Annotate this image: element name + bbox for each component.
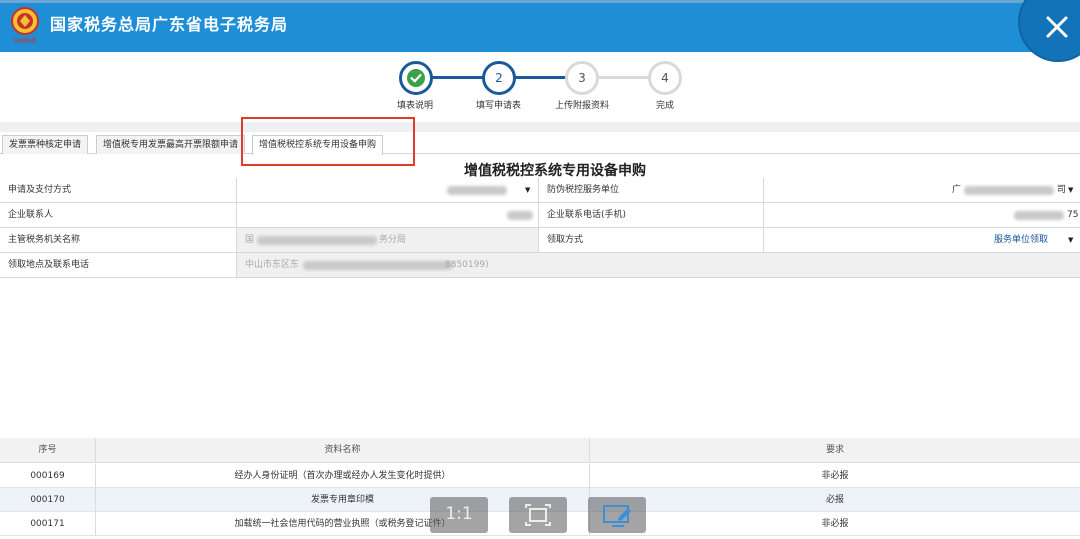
tax-org-value-start: 国 [245, 235, 255, 245]
redacted-value [507, 211, 533, 220]
row-doc-name: 经办人身份证明（首次办理或经办人发生变化时提供） [234, 471, 451, 481]
step-4-label: 完成 [656, 101, 675, 111]
tab-bar: 发票票种核定申请 增值税专用发票最高开票限额申请 增值税税控系统专用设备申购 [0, 132, 1080, 155]
actual-size-label: 1:1 [445, 504, 473, 524]
receive-method-value: 服务单位领取 [994, 235, 1049, 245]
fit-screen-button[interactable] [509, 497, 567, 533]
close-icon [1046, 16, 1068, 38]
step-1-label: 填表说明 [397, 101, 434, 111]
screen-edit-button[interactable] [588, 497, 646, 533]
receive-method-select[interactable]: 服务单位领取 ▼ [763, 228, 1080, 252]
anti-fake-service-select[interactable]: 广 司 ▼ [763, 178, 1080, 202]
chevron-down-icon: ▼ [1068, 186, 1074, 194]
form-row-apply-pay: 申请及支付方式 ▼ 防伪税控服务单位 广 司 ▼ [0, 178, 1080, 203]
screen-edit-icon [603, 505, 631, 527]
step-connector-1 [432, 76, 484, 79]
row-requirement: 必报 [825, 495, 844, 505]
row-requirement: 非必报 [821, 519, 849, 529]
redacted-value [1014, 211, 1064, 220]
redacted-value [303, 261, 453, 270]
chevron-down-icon: ▼ [525, 186, 531, 194]
form-row-pickup: 领取地点及联系电话 中山市东区东 8850199) [0, 253, 1080, 278]
row-seq: 000169 [30, 471, 65, 481]
step-connector-3 [598, 76, 650, 79]
app-window: 中国税务 国家税务总局广东省电子税务局 2 3 4 填表说明 填写申请表 上传附… [0, 0, 1080, 539]
pickup-label: 领取地点及联系电话 [0, 253, 236, 277]
step-1-circle [399, 61, 433, 95]
step-3-circle: 3 [565, 61, 599, 95]
phone-label: 企业联系电话(手机) [538, 203, 763, 227]
tax-org-label: 主管税务机关名称 [0, 228, 236, 252]
anti-fake-service-label: 防伪税控服务单位 [538, 178, 763, 202]
step-connector-2 [514, 76, 566, 79]
tax-org-value-end: 务分局 [379, 235, 407, 245]
column-header-seq: 序号 [38, 445, 57, 455]
apply-pay-select[interactable]: ▼ [236, 178, 538, 202]
tax-org-field: 国 务分局 [236, 228, 538, 252]
tab-invoice-type-approval[interactable]: 发票票种核定申请 [2, 135, 89, 154]
form-row-tax-org: 主管税务机关名称 国 务分局 领取方式 服务单位领取 ▼ [0, 228, 1080, 253]
step-3-label: 上传附报资料 [555, 101, 610, 111]
redacted-value [257, 236, 377, 245]
chevron-down-icon: ▼ [1068, 236, 1074, 244]
table-row[interactable]: 000169 经办人身份证明（首次办理或经办人发生变化时提供） 非必报 [0, 464, 1080, 488]
app-title: 国家税务总局广东省电子税务局 [50, 15, 289, 34]
progress-stepper: 2 3 4 填表说明 填写申请表 上传附报资料 完成 [0, 52, 1080, 122]
emblem-text: 中国税务 [13, 37, 37, 45]
table-header: 序号 资料名称 要求 [0, 438, 1080, 463]
row-seq: 000171 [30, 519, 65, 529]
anti-fake-service-value-end: 司 [1057, 185, 1067, 195]
redacted-value [964, 186, 1054, 195]
header-bar: 中国税务 国家税务总局广东省电子税务局 [0, 0, 1080, 62]
form-row-contact: 企业联系人 企业联系电话(手机) 75 [0, 203, 1080, 228]
header-top-strip [0, 0, 1080, 3]
section-divider [0, 122, 1080, 132]
pickup-value-start: 中山市东区东 [245, 260, 300, 270]
phone-input[interactable]: 75 [763, 203, 1080, 227]
pickup-field: 中山市东区东 8850199) [236, 253, 1080, 277]
receive-method-label: 领取方式 [538, 228, 763, 252]
actual-size-button[interactable]: 1:1 [430, 497, 488, 533]
checkmark-icon [407, 69, 425, 87]
row-seq: 000170 [30, 495, 65, 505]
apply-pay-label: 申请及支付方式 [0, 178, 236, 202]
step-2-label: 填写申请表 [476, 101, 522, 111]
form-title: 增值税税控系统专用设备申购 [464, 163, 646, 179]
redacted-value [447, 186, 507, 195]
row-requirement: 非必报 [821, 471, 849, 481]
contact-label: 企业联系人 [0, 203, 236, 227]
pickup-value-end: 8850199) [445, 260, 489, 270]
contact-input[interactable] [236, 203, 538, 227]
tax-emblem-icon: 中国税务 [11, 7, 39, 45]
column-header-name: 资料名称 [324, 445, 361, 455]
step-4-circle: 4 [648, 61, 682, 95]
highlight-annotation-box [241, 117, 415, 166]
fit-screen-icon [525, 504, 551, 526]
anti-fake-service-value-start: 广 [952, 185, 962, 195]
phone-value-end: 75 [1067, 210, 1079, 220]
step-2-circle: 2 [482, 61, 516, 95]
tab-special-invoice-limit[interactable]: 增值税专用发票最高开票限额申请 [96, 135, 246, 154]
column-header-requirement: 要求 [825, 445, 844, 455]
